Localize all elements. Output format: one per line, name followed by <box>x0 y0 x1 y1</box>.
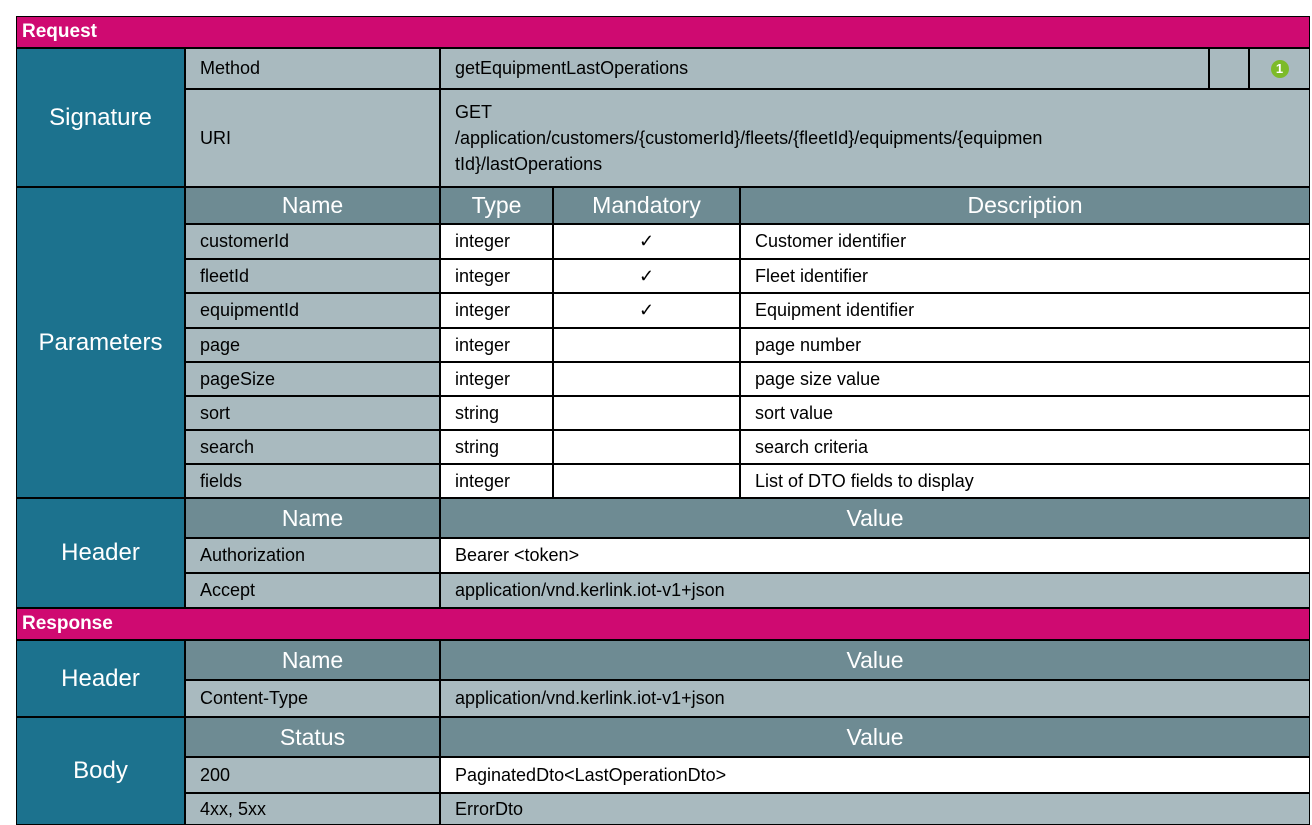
param-description: search criteria <box>740 430 1310 464</box>
status-code: 200 <box>185 757 440 793</box>
status-value: PaginatedDto<LastOperationDto> <box>440 757 1310 793</box>
param-mandatory <box>553 362 740 396</box>
param-type: string <box>440 430 553 464</box>
param-mandatory <box>553 464 740 498</box>
parameters-label: Parameters <box>16 187 185 498</box>
param-mandatory <box>553 430 740 464</box>
param-description: page size value <box>740 362 1310 396</box>
body-col-value: Value <box>440 717 1310 757</box>
body-col-status: Status <box>185 717 440 757</box>
header-value: application/vnd.kerlink.iot-v1+json <box>440 573 1310 608</box>
response-header-label: Header <box>16 640 185 717</box>
method-blank-cell <box>1209 48 1249 89</box>
param-mandatory: ✓ <box>553 293 740 328</box>
uri-value: GET /application/customers/{customerId}/… <box>440 89 1310 187</box>
api-spec-page: Request Signature Method getEquipmentLas… <box>0 0 1312 825</box>
method-value: getEquipmentLastOperations <box>440 48 1209 89</box>
param-description: page number <box>740 328 1310 362</box>
param-name: fleetId <box>185 259 440 293</box>
response-header-col-name: Name <box>185 640 440 680</box>
param-description: Customer identifier <box>740 224 1310 259</box>
status-code: 4xx, 5xx <box>185 793 440 825</box>
method-label: Method <box>185 48 440 89</box>
params-header-name: Name <box>185 187 440 224</box>
param-type: string <box>440 396 553 430</box>
param-mandatory <box>553 396 740 430</box>
param-name: customerId <box>185 224 440 259</box>
param-type: integer <box>440 328 553 362</box>
header-name: Accept <box>185 573 440 608</box>
param-mandatory <box>553 328 740 362</box>
request-header-col-value: Value <box>440 498 1310 538</box>
params-header-mandatory: Mandatory <box>553 187 740 224</box>
body-label: Body <box>16 717 185 825</box>
param-type: integer <box>440 293 553 328</box>
params-header-type: Type <box>440 187 553 224</box>
param-mandatory: ✓ <box>553 259 740 293</box>
param-description: sort value <box>740 396 1310 430</box>
response-header-col-value: Value <box>440 640 1310 680</box>
param-name: search <box>185 430 440 464</box>
request-header-label: Header <box>16 498 185 608</box>
uri-line-2: /application/customers/{customerId}/flee… <box>455 128 1043 148</box>
param-name: equipmentId <box>185 293 440 328</box>
signature-label: Signature <box>16 48 185 187</box>
uri-label: URI <box>185 89 440 187</box>
params-header-description: Description <box>740 187 1310 224</box>
method-badge-cell: 1 <box>1249 48 1310 89</box>
param-description: Fleet identifier <box>740 259 1310 293</box>
param-mandatory: ✓ <box>553 224 740 259</box>
status-value: ErrorDto <box>440 793 1310 825</box>
header-name: Authorization <box>185 538 440 573</box>
param-name: pageSize <box>185 362 440 396</box>
request-section-header: Request <box>16 16 1310 48</box>
response-section-header: Response <box>16 608 1310 640</box>
param-type: integer <box>440 362 553 396</box>
uri-line-3: tId}/lastOperations <box>455 154 603 174</box>
param-name: page <box>185 328 440 362</box>
param-type: integer <box>440 259 553 293</box>
header-value: Bearer <token> <box>440 538 1310 573</box>
param-name: sort <box>185 396 440 430</box>
param-type: integer <box>440 464 553 498</box>
request-header-col-name: Name <box>185 498 440 538</box>
param-type: integer <box>440 224 553 259</box>
param-description: List of DTO fields to display <box>740 464 1310 498</box>
uri-line-1: GET <box>455 102 493 122</box>
numbered-note-icon: 1 <box>1270 59 1289 78</box>
param-description: Equipment identifier <box>740 293 1310 328</box>
header-name: Content-Type <box>185 680 440 717</box>
header-value: application/vnd.kerlink.iot-v1+json <box>440 680 1310 717</box>
param-name: fields <box>185 464 440 498</box>
